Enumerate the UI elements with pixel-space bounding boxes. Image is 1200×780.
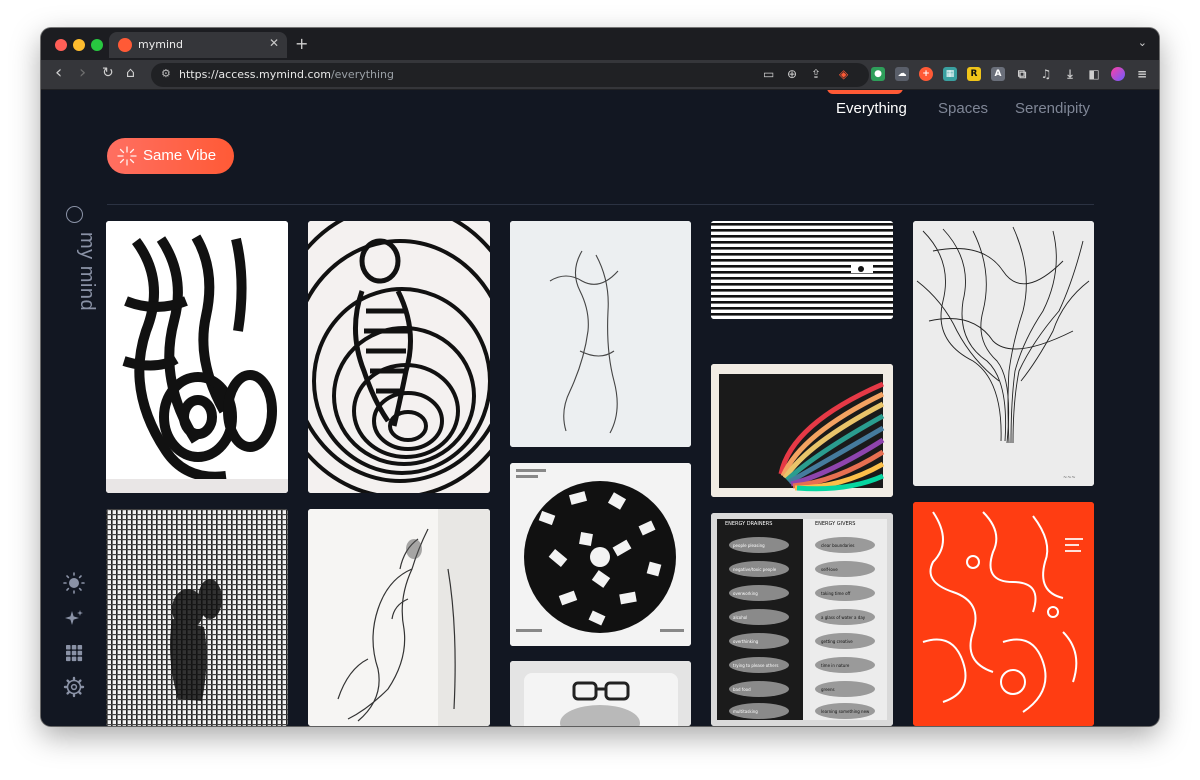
- brave-shield-icon[interactable]: ◈: [839, 67, 848, 81]
- stripes-art-image: [711, 221, 893, 319]
- url-host: https://access.mymind.com: [179, 68, 331, 81]
- close-window-button[interactable]: [55, 39, 67, 51]
- spiral-figure-image: [308, 221, 490, 493]
- svg-text:~~~: ~~~: [1063, 475, 1076, 481]
- forward-button[interactable]: ›: [79, 62, 86, 83]
- media-icon[interactable]: ♫: [1039, 67, 1053, 81]
- poster-giver: time in nature: [821, 663, 850, 668]
- mymind-logo[interactable]: my mind: [64, 206, 98, 316]
- zebra-figure-image: [106, 221, 288, 493]
- poster-giver: getting creative: [821, 639, 853, 644]
- logo-text: my mind: [76, 232, 98, 312]
- extension-ai-icon[interactable]: A: [991, 67, 1005, 81]
- new-tab-button[interactable]: +: [295, 34, 308, 53]
- sun-icon[interactable]: [63, 572, 85, 594]
- header-divider: [107, 204, 1094, 205]
- poster-giver: clear boundaries: [821, 543, 855, 548]
- share-icon[interactable]: ⇪: [811, 67, 821, 81]
- cast-icon[interactable]: ▭: [763, 67, 774, 81]
- nav-spaces[interactable]: Spaces: [938, 100, 988, 117]
- close-tab-icon[interactable]: ✕: [269, 36, 279, 50]
- mymind-favicon-icon: [118, 38, 132, 52]
- card-rainbow-hair[interactable]: [711, 364, 893, 497]
- minimize-window-button[interactable]: [73, 39, 85, 51]
- poster-left-header: ENERGY DRAINERS: [725, 521, 772, 527]
- browser-toolbar: ‹ › ↻ ⌂ ⚙ https://access.mymind.com/ever…: [41, 60, 1159, 90]
- card-glasses-photo[interactable]: [510, 661, 691, 726]
- grid-figure-image: [106, 509, 288, 726]
- active-nav-accent: [827, 90, 903, 94]
- card-circle-poster[interactable]: [510, 463, 691, 646]
- extension-cloud-icon[interactable]: ☁: [895, 67, 909, 81]
- site-settings-icon[interactable]: ⚙: [161, 67, 171, 80]
- poster-drainer: negative/toxic people: [733, 567, 777, 572]
- extension-plus-icon[interactable]: +: [919, 67, 933, 81]
- card-stripes-art[interactable]: [711, 221, 893, 319]
- extension-frog-icon[interactable]: ●: [871, 67, 885, 81]
- poster-drainer: bad food: [733, 687, 751, 692]
- card-gesture-drawing[interactable]: [510, 221, 691, 447]
- poster-drainer: overworking: [733, 591, 758, 596]
- poster-giver: a glass of water a day: [821, 615, 866, 620]
- poster-giver: greens: [821, 687, 835, 692]
- poster-giver: self-love: [821, 567, 838, 572]
- tab-bar: mymind ✕ + ⌄: [41, 28, 1159, 60]
- gear-icon[interactable]: [63, 676, 85, 698]
- line-drawing-image: ~~~: [913, 221, 1094, 486]
- browser-tab[interactable]: mymind ✕: [109, 32, 287, 58]
- extension-r-icon[interactable]: R: [967, 67, 981, 81]
- address-bar[interactable]: ⚙ https://access.mymind.com/everything ▭…: [151, 63, 869, 87]
- nav-everything[interactable]: Everything: [836, 100, 907, 117]
- tab-title: mymind: [138, 38, 183, 51]
- poster-drainer: trying to please others: [733, 663, 778, 668]
- browser-window: mymind ✕ + ⌄ ‹ › ↻ ⌂ ⚙ https://access.my…: [41, 28, 1159, 726]
- back-button[interactable]: ‹: [55, 62, 62, 83]
- menu-icon[interactable]: ≡: [1135, 67, 1149, 81]
- poster-giver: learning something new: [821, 709, 870, 714]
- sidebar-toggle-icon[interactable]: ◧: [1087, 67, 1101, 81]
- extensions-puzzle-icon[interactable]: ⧉: [1015, 67, 1029, 81]
- sparkles-icon[interactable]: [63, 608, 85, 630]
- starburst-icon: [117, 146, 137, 166]
- card-red-abstract[interactable]: [913, 502, 1094, 726]
- profile-avatar[interactable]: [1111, 67, 1125, 81]
- energy-poster-image: ENERGY DRAINERS ENERGY GIVERS people ple…: [711, 513, 893, 726]
- card-line-drawing[interactable]: ~~~: [913, 221, 1094, 486]
- logo-circle-icon: [66, 206, 83, 223]
- gesture-drawing-image: [510, 221, 691, 447]
- rainbow-hair-image: [711, 364, 893, 497]
- url-text[interactable]: https://access.mymind.com/everything: [179, 68, 394, 81]
- sketch-nude-image: [308, 509, 490, 726]
- card-spiral-figure[interactable]: [308, 221, 490, 493]
- card-zebra-figure[interactable]: [106, 221, 288, 493]
- card-sketch-nude[interactable]: [308, 509, 490, 726]
- nav-serendipity[interactable]: Serendipity: [1015, 100, 1090, 117]
- poster-drainer: overthinking: [733, 639, 759, 644]
- glasses-photo-image: [510, 661, 691, 726]
- url-path: /everything: [330, 68, 395, 81]
- same-vibe-label: Same Vibe: [143, 147, 217, 164]
- same-vibe-button[interactable]: Same Vibe: [107, 138, 234, 174]
- card-grid-figure[interactable]: [106, 509, 288, 726]
- zoom-icon[interactable]: ⊕: [787, 67, 797, 81]
- card-energy-poster[interactable]: ENERGY DRAINERS ENERGY GIVERS people ple…: [711, 513, 893, 726]
- circle-poster-image: [510, 463, 691, 646]
- grid-icon[interactable]: [63, 642, 85, 664]
- red-abstract-image: [913, 502, 1094, 726]
- poster-right-header: ENERGY GIVERS: [815, 521, 855, 527]
- extension-grid-icon[interactable]: ▦: [943, 67, 957, 81]
- poster-drainer: people pleasing: [733, 543, 765, 548]
- poster-drainer: alcohol: [733, 615, 747, 620]
- reload-button[interactable]: ↻: [102, 65, 114, 81]
- downloads-icon[interactable]: ⤓: [1063, 67, 1077, 81]
- page-content: Everything Spaces Serendipity Same Vibe …: [41, 90, 1159, 726]
- tab-search-button[interactable]: ⌄: [1138, 36, 1147, 49]
- poster-drainer: multitasking: [733, 709, 758, 714]
- home-button[interactable]: ⌂: [126, 65, 135, 81]
- zoom-window-button[interactable]: [91, 39, 103, 51]
- poster-giver: taking time off: [821, 591, 851, 596]
